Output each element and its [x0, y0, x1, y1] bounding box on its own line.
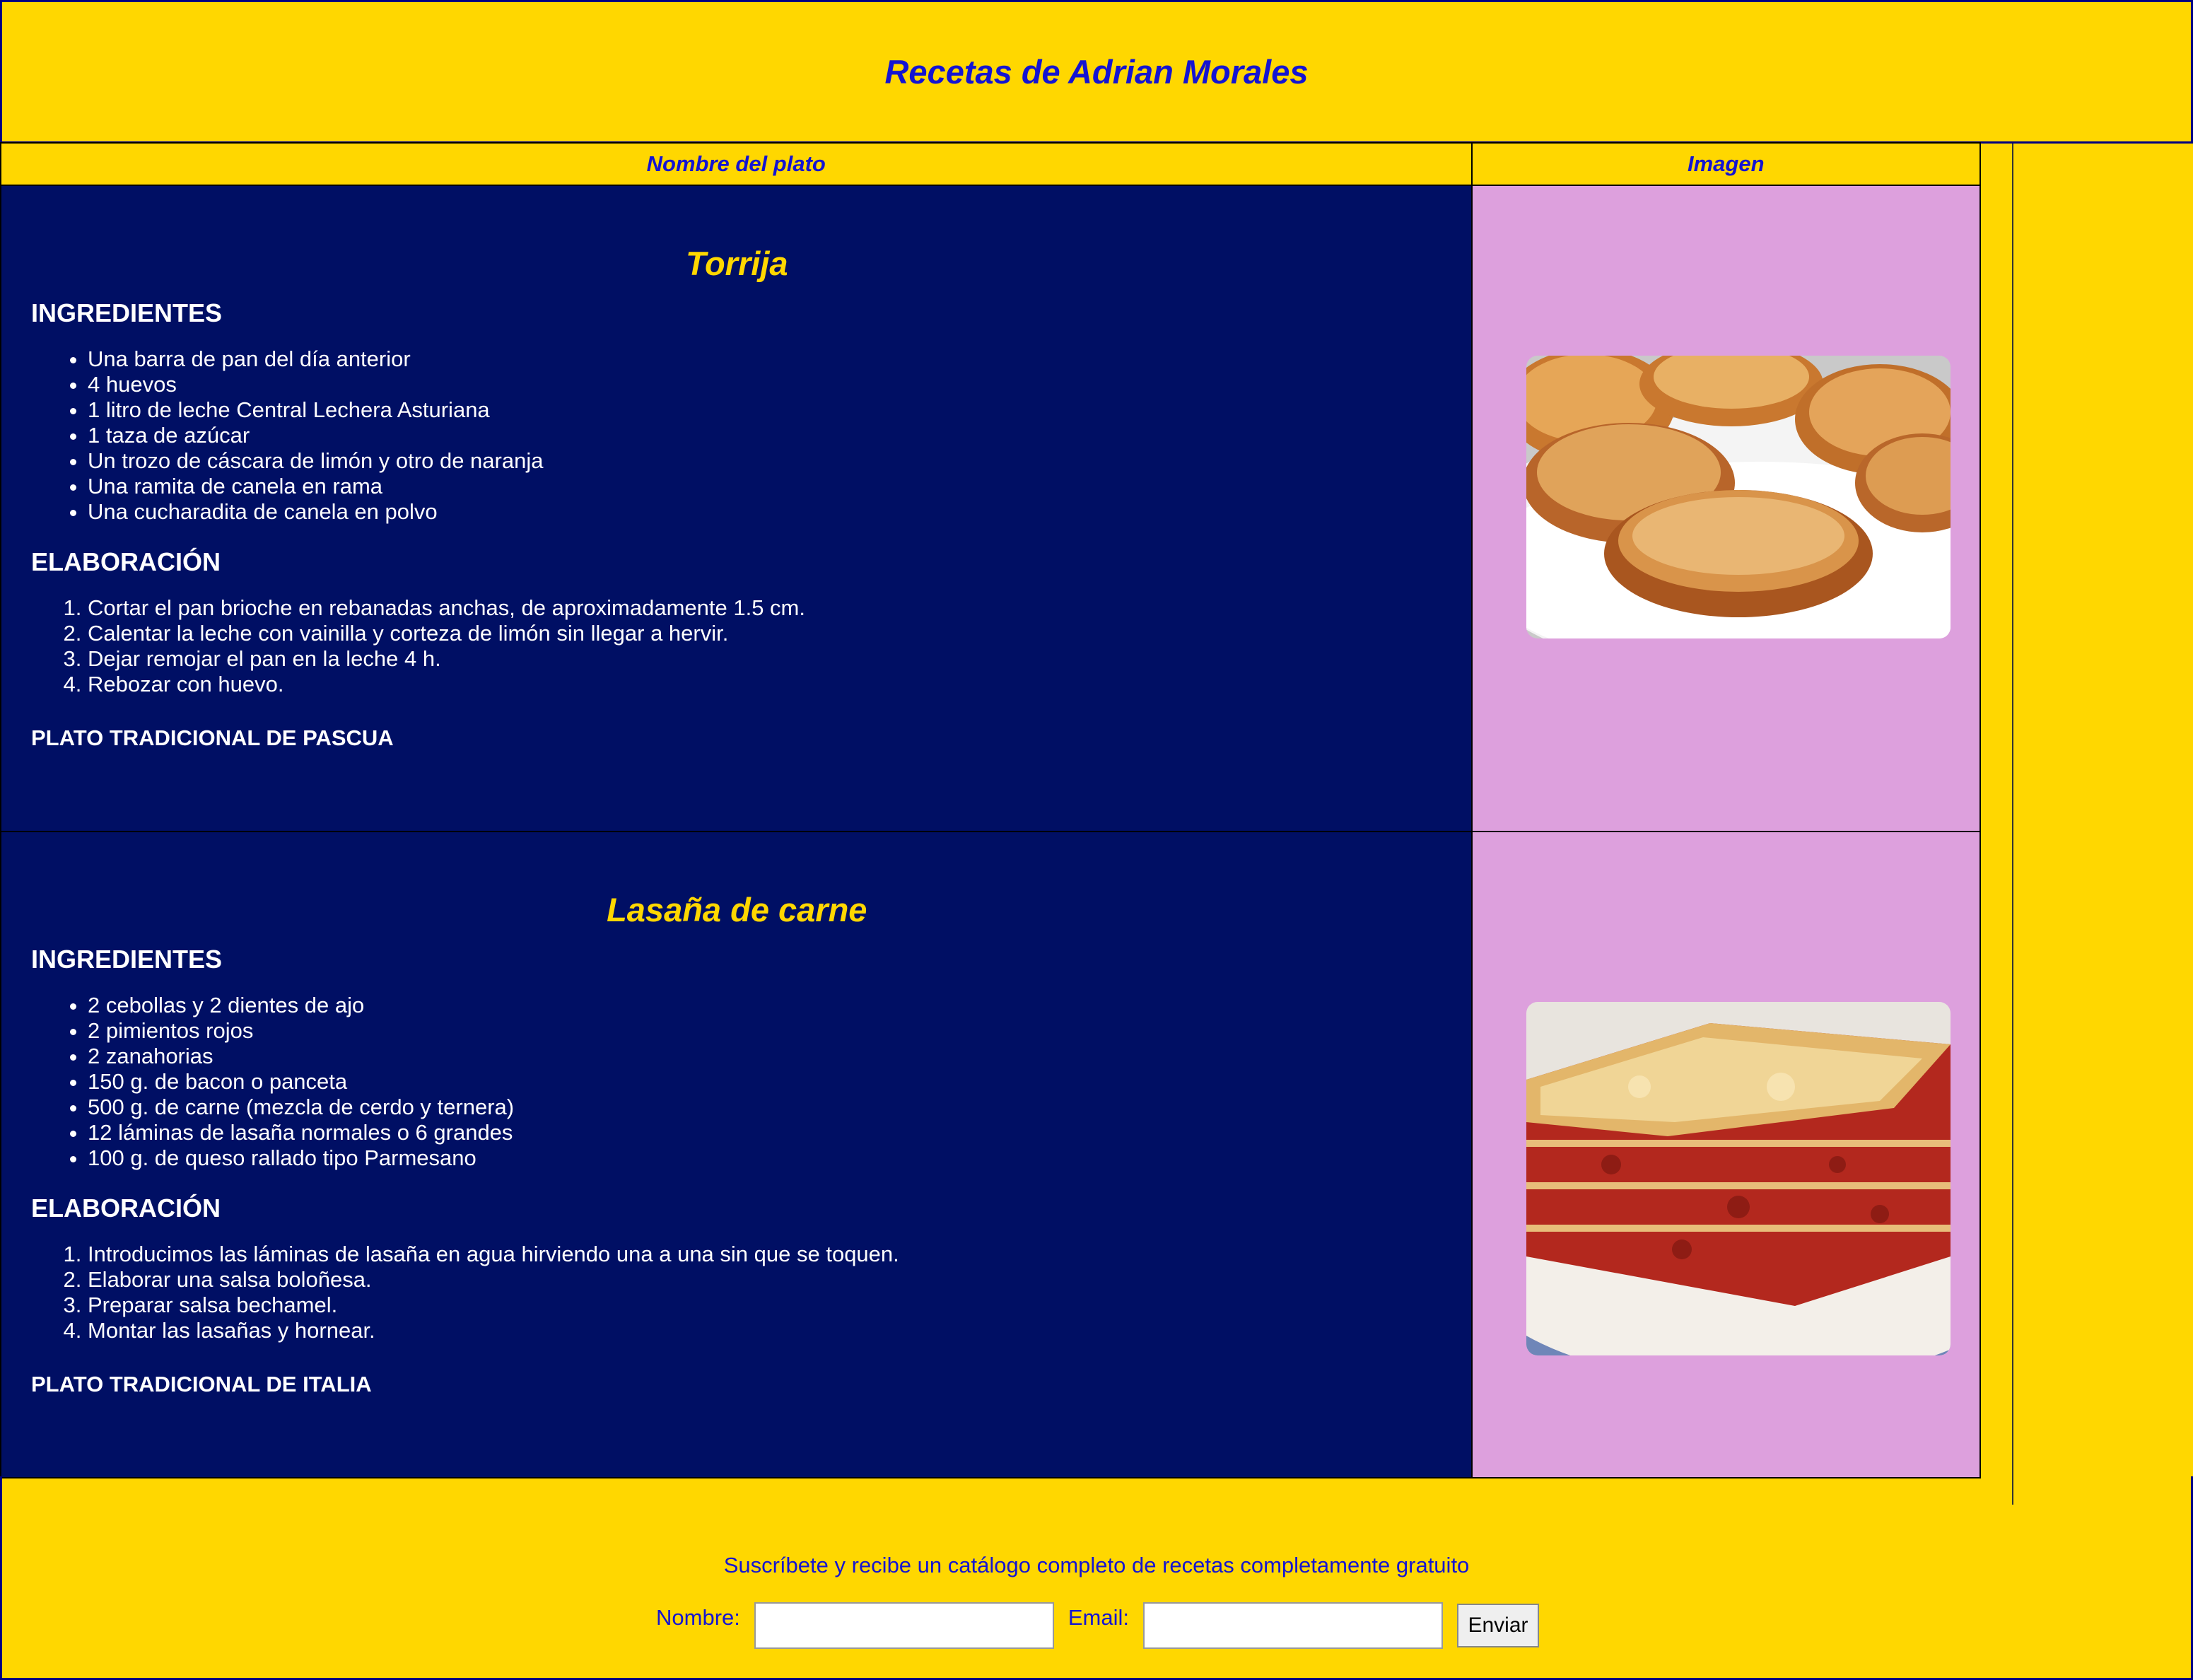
- list-item: 1 taza de azúcar: [88, 423, 1443, 448]
- list-item: 1 litro de leche Central Lechera Asturia…: [88, 397, 1443, 423]
- name-input[interactable]: [754, 1602, 1054, 1649]
- list-item: 150 g. de bacon o panceta: [88, 1069, 1443, 1095]
- page-title: Recetas de Adrian Morales: [884, 53, 1309, 91]
- recipe-info-cell: Torrija INGREDIENTES Una barra de pan de…: [0, 185, 1473, 832]
- recipe-image-cell: [1470, 831, 1982, 1478]
- table-row: Lasaña de carne INGREDIENTES 2 cebollas …: [0, 831, 1982, 1478]
- page-header: Recetas de Adrian Morales: [0, 0, 2193, 144]
- list-item: Calentar la leche con vainilla y corteza…: [88, 621, 1443, 646]
- name-label: Nombre:: [656, 1605, 740, 1630]
- column-header-image: Imagen: [1470, 142, 1982, 186]
- torrija-image: [1526, 356, 1951, 638]
- table-header-row: Nombre del plato Imagen: [0, 142, 1982, 186]
- list-item: Cortar el pan brioche en rebanadas ancha…: [88, 595, 1443, 621]
- recipes-page: Recetas de Adrian Morales Nombre del pla…: [0, 0, 2193, 1680]
- ingredients-list: 2 cebollas y 2 dientes de ajo 2 pimiento…: [31, 993, 1443, 1171]
- list-item: 500 g. de carne (mezcla de cerdo y terne…: [88, 1095, 1443, 1120]
- list-item: Rebozar con huevo.: [88, 672, 1443, 697]
- layout-divider: [2012, 144, 2013, 1505]
- ingredients-list: Una barra de pan del día anterior 4 huev…: [31, 346, 1443, 525]
- list-item: 2 pimientos rojos: [88, 1018, 1443, 1044]
- steps-list: Introducimos las láminas de lasaña en ag…: [31, 1242, 1443, 1343]
- list-item: 12 láminas de lasaña normales o 6 grande…: [88, 1120, 1443, 1145]
- recipe-image-cell: [1470, 185, 1982, 832]
- email-input[interactable]: [1143, 1602, 1444, 1649]
- list-item: Elaborar una salsa boloñesa.: [88, 1267, 1443, 1293]
- list-item: Montar las lasañas y hornear.: [88, 1318, 1443, 1343]
- list-item: Dejar remojar el pan en la leche 4 h.: [88, 646, 1443, 672]
- subscribe-footer: Suscríbete y recibe un catálogo completo…: [0, 1476, 2193, 1680]
- dish-name: Lasaña de carne: [607, 891, 867, 928]
- list-item: 2 cebollas y 2 dientes de ajo: [88, 993, 1443, 1018]
- list-item: Introducimos las láminas de lasaña en ag…: [88, 1242, 1443, 1267]
- steps-list: Cortar el pan brioche en rebanadas ancha…: [31, 595, 1443, 697]
- list-item: 4 huevos: [88, 372, 1443, 397]
- ingredients-title: INGREDIENTES: [31, 945, 223, 974]
- list-item: Una cucharadita de canela en polvo: [88, 499, 1443, 525]
- email-label: Email:: [1068, 1605, 1130, 1630]
- subscribe-form: Nombre: Email: Enviar: [656, 1602, 1540, 1649]
- column-header-dish: Nombre del plato: [0, 142, 1473, 186]
- list-item: Una ramita de canela en rama: [88, 474, 1443, 499]
- list-item: Preparar salsa bechamel.: [88, 1293, 1443, 1318]
- list-item: 2 zanahorias: [88, 1044, 1443, 1069]
- tradition-note: PLATO TRADICIONAL DE PASCUA: [31, 725, 394, 750]
- recipes-table: Nombre del plato Imagen Torrija INGREDIE…: [0, 142, 1982, 1478]
- submit-button[interactable]: Enviar: [1457, 1604, 1540, 1647]
- list-item: 100 g. de queso rallado tipo Parmesano: [88, 1145, 1443, 1171]
- table-row: Torrija INGREDIENTES Una barra de pan de…: [0, 185, 1982, 832]
- tradition-note: PLATO TRADICIONAL DE ITALIA: [31, 1372, 372, 1396]
- ingredients-title: INGREDIENTES: [31, 298, 223, 327]
- steps-title: ELABORACIÓN: [31, 547, 221, 576]
- list-item: Una barra de pan del día anterior: [88, 346, 1443, 372]
- lasagna-image: [1526, 1002, 1951, 1355]
- dish-name: Torrija: [686, 245, 788, 282]
- recipe-info-cell: Lasaña de carne INGREDIENTES 2 cebollas …: [0, 831, 1473, 1478]
- list-item: Un trozo de cáscara de limón y otro de n…: [88, 448, 1443, 474]
- steps-title: ELABORACIÓN: [31, 1194, 221, 1223]
- subscribe-message: Suscríbete y recibe un catálogo completo…: [723, 1553, 1470, 1577]
